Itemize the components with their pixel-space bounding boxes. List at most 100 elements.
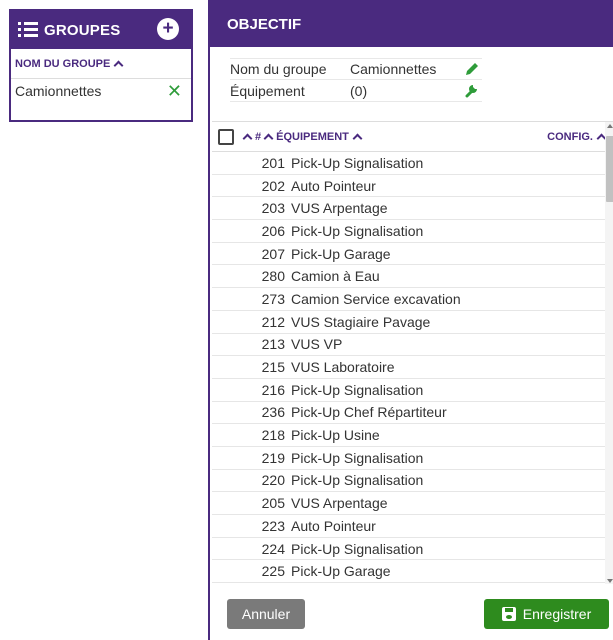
equipment-name: Pick-Up Signalisation: [291, 381, 424, 398]
table-row[interactable]: 202 Auto Pointeur: [212, 175, 605, 198]
add-group-button[interactable]: +: [157, 18, 179, 40]
equipment-name: VUS Arpentage: [291, 200, 388, 217]
sort-asc-icon: [352, 133, 363, 144]
wrench-icon[interactable]: [464, 82, 480, 98]
equipment-name: Pick-Up Garage: [291, 245, 391, 262]
group-name-column-header[interactable]: NOM DU GROUPE: [11, 49, 191, 79]
table-row[interactable]: 201 Pick-Up Signalisation: [212, 152, 605, 175]
number-column-label: #: [255, 130, 262, 143]
table-row[interactable]: 225 Pick-Up Garage: [212, 560, 605, 584]
floppy-disk-icon: [501, 607, 516, 621]
equipment-number: 201: [261, 154, 285, 171]
equipment-number: 225: [261, 563, 285, 580]
group-row[interactable]: Camionnettes ✕: [11, 79, 191, 103]
table-row[interactable]: 207 Pick-Up Garage: [212, 243, 605, 266]
scrollbar-thumb[interactable]: [606, 136, 613, 202]
table-row[interactable]: 280 Camion à Eau: [212, 265, 605, 289]
equipment-number: 220: [261, 472, 285, 489]
config-column-label: CONFIG.: [547, 130, 593, 143]
table-row[interactable]: 223 Auto Pointeur: [212, 515, 605, 538]
select-all-checkbox[interactable]: [218, 128, 234, 145]
equipment-row: Équipement (0): [230, 80, 482, 102]
table-row[interactable]: 206 Pick-Up Signalisation: [212, 220, 605, 243]
equipment-name: Pick-Up Signalisation: [291, 472, 424, 489]
equipment-number: 213: [261, 336, 285, 353]
table-row[interactable]: 203 VUS Arpentage: [212, 197, 605, 221]
table-row[interactable]: 212 VUS Stagiaire Pavage: [212, 311, 605, 334]
equipment-number: 236: [261, 404, 285, 421]
equipment-name: Auto Pointeur: [291, 177, 376, 194]
equipment-name: VUS Stagiaire Pavage: [291, 313, 431, 330]
equipment-name: VUS Laboratoire: [291, 359, 395, 376]
equipment-number: 205: [261, 495, 285, 512]
cancel-button[interactable]: Annuler: [227, 599, 305, 629]
equipment-name: Pick-Up Signalisation: [291, 540, 424, 557]
equipment-number: 203: [261, 200, 285, 217]
scrollbar[interactable]: [605, 122, 613, 584]
equipment-number: 219: [261, 449, 285, 466]
equipment-table: # ÉQUIPEMENT CONFIG. 201 Pick-Up Signalis…: [212, 121, 613, 584]
objectif-panel: OBJECTIF Nom du groupe Camionnettes Équi…: [208, 0, 613, 640]
save-button-label: Enregistrer: [522, 606, 592, 622]
pencil-icon[interactable]: [464, 61, 480, 77]
plus-circle-icon: +: [162, 18, 174, 39]
equipment-number: 215: [261, 359, 285, 376]
scroll-up-icon[interactable]: [607, 124, 613, 128]
groups-panel: GROUPES + NOM DU GROUPE Camionnettes ✕: [9, 9, 193, 122]
equipment-number: 202: [261, 177, 285, 194]
equipment-name: Pick-Up Usine: [291, 427, 380, 444]
equipment-name: Pick-Up Signalisation: [291, 449, 424, 466]
equipment-name: VUS VP: [291, 336, 343, 353]
number-column-header[interactable]: #: [242, 130, 274, 144]
groups-header: GROUPES +: [11, 11, 191, 49]
equipment-name: Pick-Up Signalisation: [291, 154, 424, 171]
group-name-column-label: NOM DU GROUPE: [15, 57, 111, 70]
equipment-number: 223: [261, 517, 285, 534]
group-info-table: Nom du groupe Camionnettes Équipement (0…: [230, 58, 482, 102]
equipment-name: Pick-Up Garage: [291, 563, 391, 580]
group-name-value: Camionnettes: [350, 61, 437, 77]
sort-asc-icon: [113, 60, 124, 70]
equipment-label: Équipement: [230, 82, 305, 99]
table-row[interactable]: 213 VUS VP: [212, 334, 605, 357]
equipment-table-header: # ÉQUIPEMENT CONFIG.: [212, 122, 613, 152]
table-row[interactable]: 216 Pick-Up Signalisation: [212, 379, 605, 402]
equipment-number: 224: [261, 540, 285, 557]
equipment-number: 280: [261, 268, 285, 285]
equipment-number: 207: [261, 245, 285, 262]
table-row[interactable]: 205 VUS Arpentage: [212, 492, 605, 515]
sort-asc-icon: [242, 133, 253, 144]
objectif-title: OBJECTIF: [210, 0, 613, 47]
save-button[interactable]: Enregistrer: [484, 599, 609, 629]
cancel-button-label: Annuler: [241, 606, 291, 622]
equipment-column-header[interactable]: ÉQUIPEMENT: [276, 130, 363, 144]
equipment-number: 216: [261, 381, 285, 398]
equipment-name: Camion Service excavation: [291, 290, 461, 307]
scroll-down-icon[interactable]: [607, 579, 613, 583]
table-row[interactable]: 273 Camion Service excavation: [212, 288, 605, 311]
table-row[interactable]: 215 VUS Laboratoire: [212, 356, 605, 379]
config-column-header[interactable]: CONFIG.: [547, 130, 607, 144]
equipment-name: Auto Pointeur: [291, 517, 376, 534]
table-row[interactable]: 224 Pick-Up Signalisation: [212, 538, 605, 561]
equipment-name: Pick-Up Chef Répartiteur: [291, 404, 447, 421]
group-name-row: Nom du groupe Camionnettes: [230, 58, 482, 80]
equipment-count: (0): [350, 82, 368, 99]
equipment-rows: 201 Pick-Up Signalisation 202 Auto Pointeu…: [212, 152, 605, 584]
equipment-name: Camion à Eau: [291, 268, 380, 285]
table-row[interactable]: 219 Pick-Up Signalisation: [212, 447, 605, 470]
equipment-name: Pick-Up Signalisation: [291, 222, 424, 239]
group-name-label: Nom du groupe: [230, 61, 327, 77]
group-name: Camionnettes: [15, 83, 102, 99]
close-icon[interactable]: ✕: [167, 82, 182, 100]
table-row[interactable]: 236 Pick-Up Chef Répartiteur: [212, 402, 605, 425]
equipment-number: 206: [261, 222, 285, 239]
list-icon: [18, 22, 38, 38]
equipment-column-label: ÉQUIPEMENT: [276, 130, 349, 143]
table-row[interactable]: 220 Pick-Up Signalisation: [212, 470, 605, 493]
equipment-number: 273: [261, 290, 285, 307]
sort-asc-icon: [263, 133, 274, 144]
table-row[interactable]: 218 Pick-Up Usine: [212, 424, 605, 447]
equipment-name: VUS Arpentage: [291, 495, 388, 512]
equipment-number: 218: [261, 427, 285, 444]
